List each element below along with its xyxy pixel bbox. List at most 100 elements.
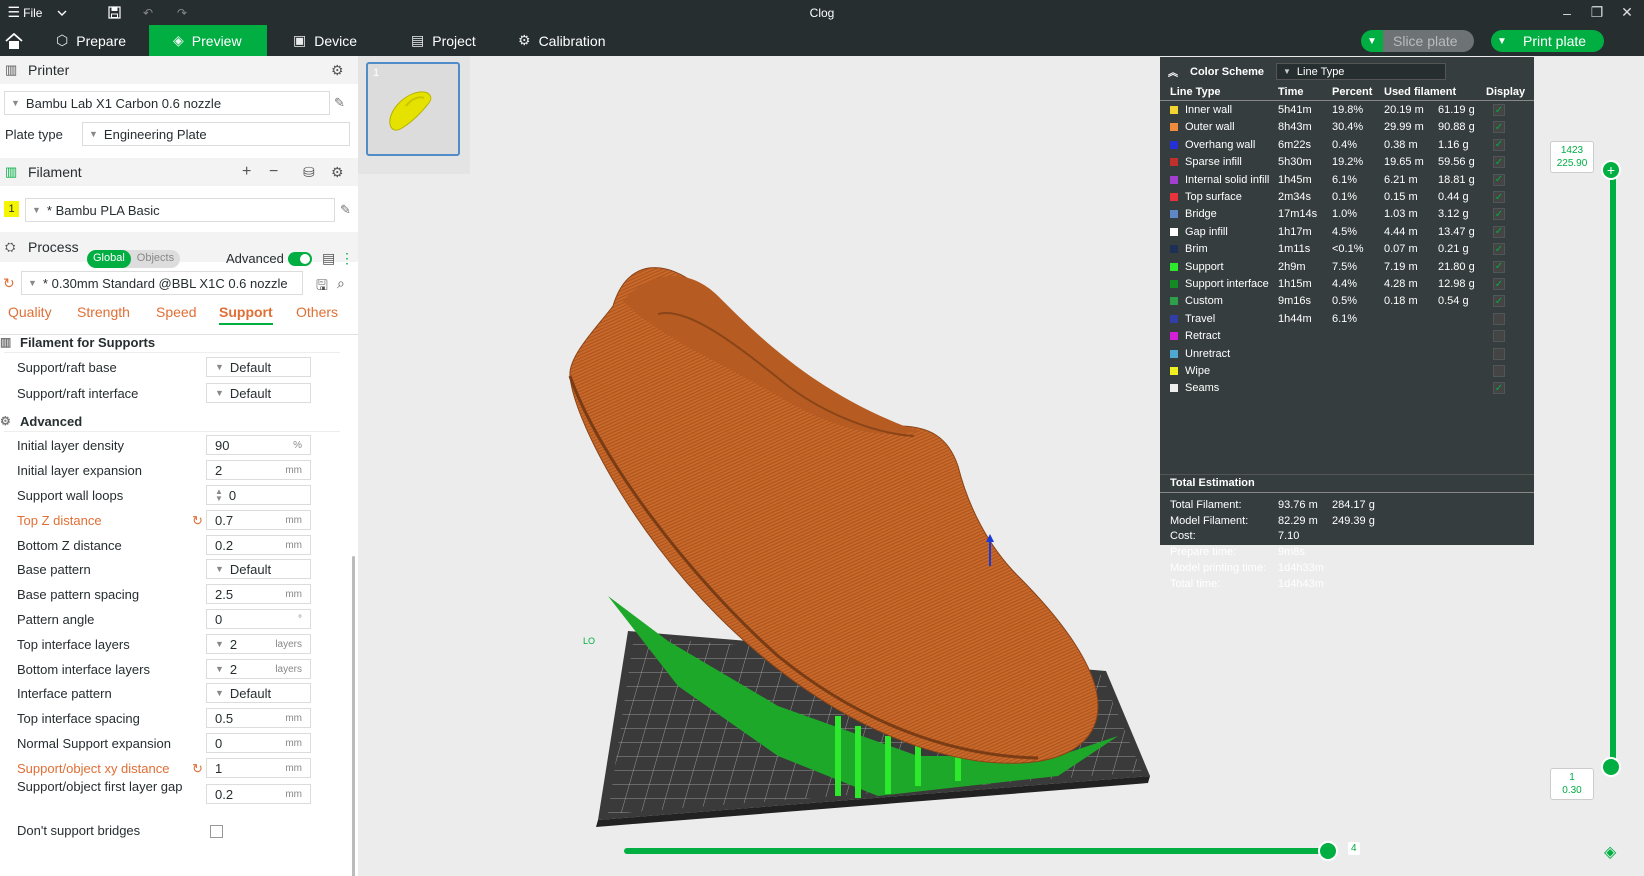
search-icon[interactable]: ⌕ [337,275,345,292]
display-checkbox[interactable] [1493,347,1505,360]
display-checkbox-checked-icon[interactable]: ✓ [1493,138,1505,151]
display-checkbox-checked-icon[interactable]: ✓ [1493,104,1505,116]
tab-calibration[interactable]: ⚙ Calibration [518,25,638,56]
layers-icon[interactable]: ◈ [1604,842,1616,862]
support-raft-interface-select[interactable]: ▼ Default [206,383,311,403]
print-dropdown-chevron-icon[interactable]: ▼ [1491,30,1513,52]
advanced-toggle[interactable] [288,252,312,266]
display-checkbox-checked-icon[interactable]: ✓ [1493,260,1505,273]
setting-value-field[interactable]: 0.5 mm [206,708,311,728]
display-checkbox[interactable] [1493,312,1505,325]
setting-value-field[interactable]: 2 mm [206,460,311,480]
setting-value-field[interactable]: 0.2 mm [206,784,311,804]
display-checkbox-checked-icon[interactable]: ✓ [1493,295,1505,308]
tab-quality[interactable]: Quality [8,304,52,320]
spin-arrows-icon[interactable]: ▲ ▼ [215,488,223,503]
display-checkbox-checked-icon[interactable]: ✓ [1493,173,1505,186]
legend-row: Bridge 17m14s 1.0% 1.03 m 3.12 g ✓ [1160,206,1534,223]
setting-value-field[interactable]: ▼ Default [206,559,311,579]
display-checkbox[interactable] [1493,365,1505,377]
reset-value-icon[interactable]: ↻ [192,513,203,529]
tab-strength[interactable]: Strength [77,304,130,320]
scope-objects-button[interactable]: Objects [131,250,180,268]
undo-icon[interactable]: ↶ [140,0,156,25]
printer-settings-gear-icon[interactable]: ⚙ [331,62,344,79]
display-checkbox-checked-icon[interactable]: ✓ [1493,156,1505,169]
edit-printer-icon[interactable]: ✎ [334,95,345,111]
legend-length: 29.99 m [1384,121,1424,134]
process-compare-icon[interactable]: ▤ [322,250,335,267]
setting-value: 0.5 [215,710,234,726]
layer-bottom-handle[interactable] [1601,757,1621,777]
layer-range-slider[interactable] [1610,170,1616,768]
setting-value-field[interactable]: 0.7 mm [206,510,311,530]
move-slider[interactable] [624,848,1334,854]
slice-plate-button[interactable]: Slice plate [1383,30,1474,52]
setting-value-field[interactable]: ▼ Default [206,683,311,703]
legend-type: Brim [1185,243,1208,256]
setting-value-field[interactable]: 1 mm [206,758,311,778]
dont-support-bridges-checkbox[interactable] [210,825,223,838]
add-filament-icon[interactable]: + [242,163,251,181]
setting-value-field[interactable]: 2.5 mm [206,584,311,604]
advanced-gears-icon: ⚙ [0,414,11,428]
scope-global-button[interactable]: Global [87,250,131,268]
support-raft-base-select[interactable]: ▼ Default [206,357,311,377]
display-checkbox-checked-icon[interactable]: ✓ [1493,382,1505,395]
setting-value-field[interactable]: ▲ ▼ 0 [206,485,311,505]
display-checkbox-checked-icon[interactable]: ✓ [1493,278,1505,290]
tab-device[interactable]: ▣ Device [293,25,393,56]
edit-filament-icon[interactable]: ✎ [340,202,351,218]
close-icon[interactable]: ✕ [1612,0,1642,25]
legend-length: 7.19 m [1384,260,1418,273]
layer-top-handle-icon[interactable]: + [1601,160,1621,180]
redo-icon[interactable]: ↷ [174,0,190,25]
plate-type-select[interactable]: ▼ Engineering Plate [82,122,350,146]
tab-prepare[interactable]: ⬡ Prepare [48,25,148,56]
printer-select[interactable]: ▼ Bambu Lab X1 Carbon 0.6 nozzle [4,91,330,115]
display-checkbox[interactable] [1493,330,1505,343]
save-preset-icon[interactable]: 🖫 [316,275,328,299]
process-preset-select[interactable]: ▼ * 0.30mm Standard @BBL X1C 0.6 nozzle [21,271,303,295]
setting-label: Top interface spacing [17,711,140,726]
tab-others[interactable]: Others [296,304,338,320]
minimize-icon[interactable]: – [1552,0,1582,25]
setting-value-field[interactable]: ▼ 2 layers [206,659,311,679]
display-checkbox-checked-icon[interactable]: ✓ [1493,243,1505,256]
chevron-down-icon[interactable] [55,0,69,25]
display-checkbox-checked-icon[interactable]: ✓ [1493,121,1505,134]
reset-preset-icon[interactable]: ↻ [3,275,15,292]
filament-sync-icon[interactable]: ⛁ [303,164,315,181]
tab-project-label: Project [432,32,476,49]
setting-value-field[interactable]: 0.2 mm [206,535,311,555]
setting-value-field[interactable]: ▼ 2 layers [206,634,311,654]
panel-scrollbar[interactable] [352,556,355,876]
save-icon[interactable] [106,0,122,25]
setting-value-field[interactable]: 90% [206,435,311,455]
display-checkbox-checked-icon[interactable]: ✓ [1493,208,1505,221]
color-scheme-select[interactable]: ▼ Line Type [1276,63,1446,80]
setting-value-field[interactable]: 0 mm [206,733,311,753]
tab-project[interactable]: ▤ Project [411,25,511,56]
legend-row: Brim 1m11s <0.1% 0.07 m 0.21 g ✓ [1160,241,1534,258]
move-slider-handle[interactable] [1318,841,1338,861]
display-checkbox-checked-icon[interactable]: ✓ [1493,225,1505,238]
tab-support[interactable]: Support [219,304,273,325]
display-checkbox-checked-icon[interactable]: ✓ [1493,191,1505,203]
restore-icon[interactable]: ❐ [1582,0,1612,25]
tab-speed[interactable]: Speed [156,304,196,320]
filament-select[interactable]: ▼ * Bambu PLA Basic [25,198,335,222]
tab-preview[interactable]: ◈ Preview [149,25,267,56]
process-tree-icon[interactable]: ⋮ [340,250,354,267]
slice-dropdown-chevron-icon[interactable]: ▼ [1361,30,1383,52]
reset-value-icon[interactable]: ↻ [192,761,203,777]
total-v2: 249.39 g [1332,514,1375,527]
print-plate-button[interactable]: Print plate [1513,30,1605,52]
tab-preview-label: Preview [191,32,242,49]
filament-settings-gear-icon[interactable]: ⚙ [331,164,344,181]
home-icon[interactable] [0,25,28,56]
setting-value-field[interactable]: 0 ° [206,609,311,629]
remove-filament-icon[interactable]: − [269,163,278,181]
file-menu[interactable]: ☰ File [6,0,44,25]
collapse-chevron-icon[interactable]: ︽ [1168,64,1178,79]
